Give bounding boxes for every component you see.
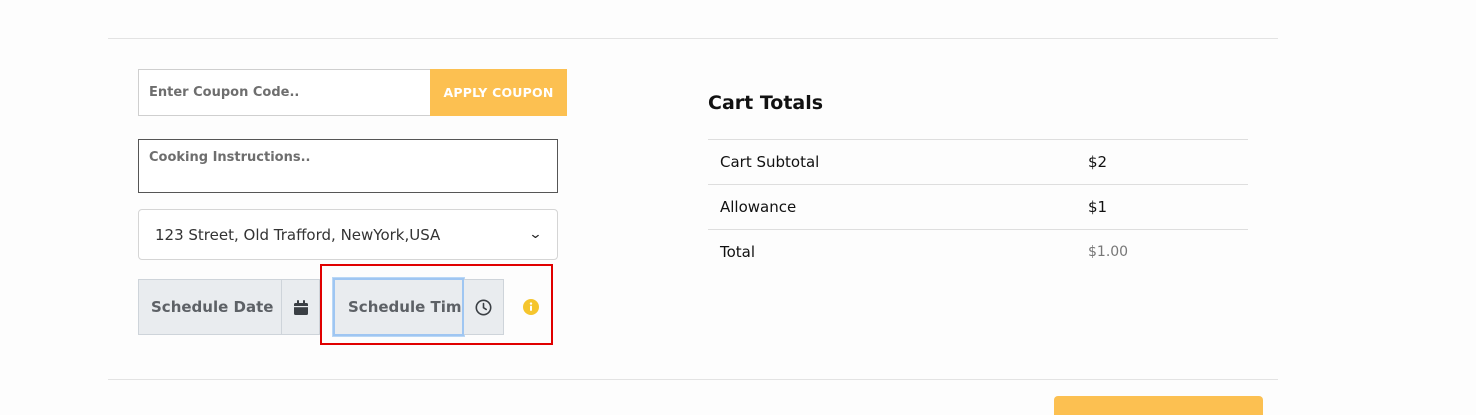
cart-totals-table: Cart Subtotal $2 Allowance $1 Total $1.0… xyxy=(708,139,1248,274)
table-row: Allowance $1 xyxy=(708,184,1248,229)
schedule-date-label: Schedule Date xyxy=(151,298,274,316)
apply-coupon-button[interactable]: APPLY COUPON xyxy=(430,69,567,116)
divider-top xyxy=(108,38,1278,39)
cooking-instructions-field[interactable] xyxy=(138,139,558,193)
table-row: Total $1.00 xyxy=(708,229,1248,274)
schedule-date-input[interactable]: Schedule Date xyxy=(138,279,281,335)
divider-bottom xyxy=(108,379,1278,380)
total-value: $1.00 xyxy=(1088,244,1129,260)
calendar-icon xyxy=(293,299,308,315)
cart-subtotal-value: $2 xyxy=(1088,153,1108,171)
table-row: Cart Subtotal $2 xyxy=(708,139,1248,184)
chevron-down-icon: ⌄ xyxy=(528,227,543,242)
checkout-button[interactable] xyxy=(1054,396,1263,415)
total-label: Total xyxy=(720,243,756,261)
schedule-time-input[interactable] xyxy=(332,277,465,337)
allowance-label: Allowance xyxy=(720,198,797,216)
coupon-code-input[interactable] xyxy=(138,69,430,116)
calendar-button[interactable] xyxy=(281,279,320,335)
clock-button[interactable] xyxy=(464,279,504,335)
allowance-value: $1 xyxy=(1088,198,1108,216)
cart-subtotal-label: Cart Subtotal xyxy=(720,153,820,171)
info-icon[interactable] xyxy=(523,299,539,315)
cart-totals-title: Cart Totals xyxy=(708,92,824,114)
clock-icon xyxy=(475,299,492,315)
address-select[interactable]: 123 Street, Old Trafford, NewYork,USA ⌄ xyxy=(138,209,558,260)
address-select-value: 123 Street, Old Trafford, NewYork,USA xyxy=(155,225,441,244)
